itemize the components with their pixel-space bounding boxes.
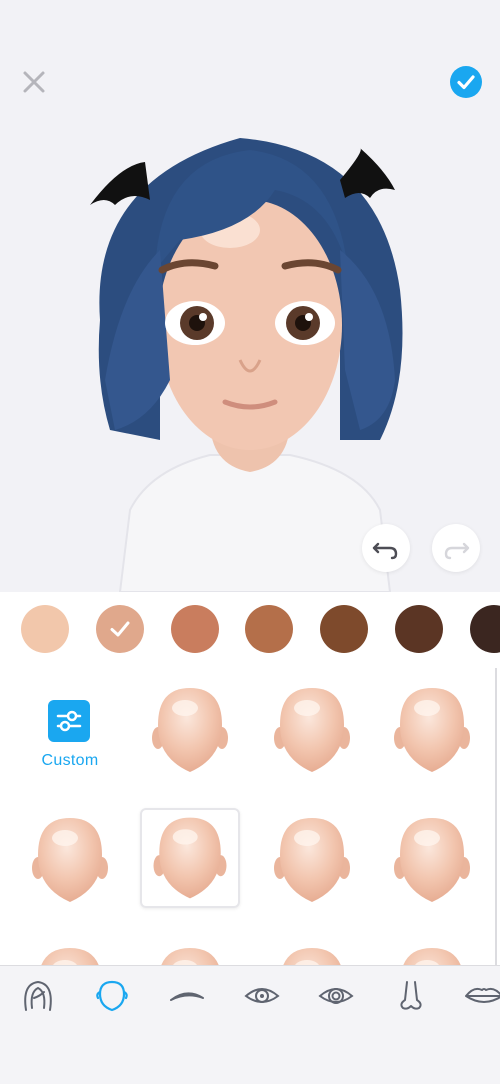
undo-button[interactable] [362,524,410,572]
face-shape-option[interactable] [382,940,482,965]
face-shape-preview [274,818,350,902]
confirm-button[interactable] [450,66,482,98]
custom-label: Custom [41,752,99,769]
nose-icon [400,981,422,1010]
check-circle-icon [457,75,475,90]
eye-color-icon [318,988,354,1004]
skin-tone-picker [0,592,500,668]
skin-tone-swatch[interactable] [245,605,293,653]
face-shape-preview [274,948,350,965]
eyebrow-icon [170,992,204,1001]
eye-color-tab[interactable] [314,978,358,1014]
face-shape-tab[interactable] [90,978,134,1014]
undo-icon [372,542,398,560]
feature-tab-bar [0,965,500,1084]
face-shape-option[interactable] [382,680,482,780]
skin-tone-swatch[interactable] [171,605,219,653]
skin-tone-swatch[interactable] [21,605,69,653]
skin-tone-swatch[interactable] [320,605,368,653]
face-shape-option[interactable] [262,940,362,965]
lips-tab[interactable] [462,978,500,1014]
eye-icon [244,988,280,1003]
redo-button[interactable] [432,524,480,572]
sliders-icon [48,700,90,742]
avatar-figure [90,138,403,592]
face-shape-option[interactable] [140,940,240,965]
face-shape-option[interactable] [262,680,362,780]
eyebrows-tab[interactable] [165,978,209,1014]
face-shape-preview [32,818,108,902]
face-shape-preview [394,818,470,902]
selected-check-icon [110,621,130,637]
face-shape-preview [152,688,228,772]
skin-tone-swatch[interactable] [395,605,443,653]
face-shape-preview [153,817,227,899]
face-shape-preview [152,948,228,965]
skin-tone-swatch[interactable] [470,605,500,653]
face-shape-option[interactable] [20,940,120,965]
face-shape-preview [394,948,470,965]
close-icon [23,71,45,93]
face-shape-option[interactable] [140,680,240,780]
redo-icon [444,542,470,560]
face-shape-preview [274,688,350,772]
face-shape-option[interactable] [382,810,482,910]
face-shape-icon [96,980,128,1012]
scrollbar[interactable] [495,668,497,965]
face-shape-option[interactable] [262,810,362,910]
hair-icon [24,980,52,1011]
custom-button[interactable]: Custom [28,698,112,784]
eyes-tab[interactable] [240,978,284,1014]
hair-tab[interactable] [16,978,60,1014]
face-shape-preview [394,688,470,772]
skin-tone-swatch[interactable] [96,605,144,653]
lips-icon [465,987,500,1003]
face-shape-grid: Custom [0,668,500,965]
nose-tab[interactable] [389,978,433,1014]
avatar-preview [0,0,500,592]
face-shape-option-selected[interactable] [140,808,240,908]
face-shape-preview [32,948,108,965]
close-button[interactable] [18,66,50,98]
face-shape-option[interactable] [20,810,120,910]
